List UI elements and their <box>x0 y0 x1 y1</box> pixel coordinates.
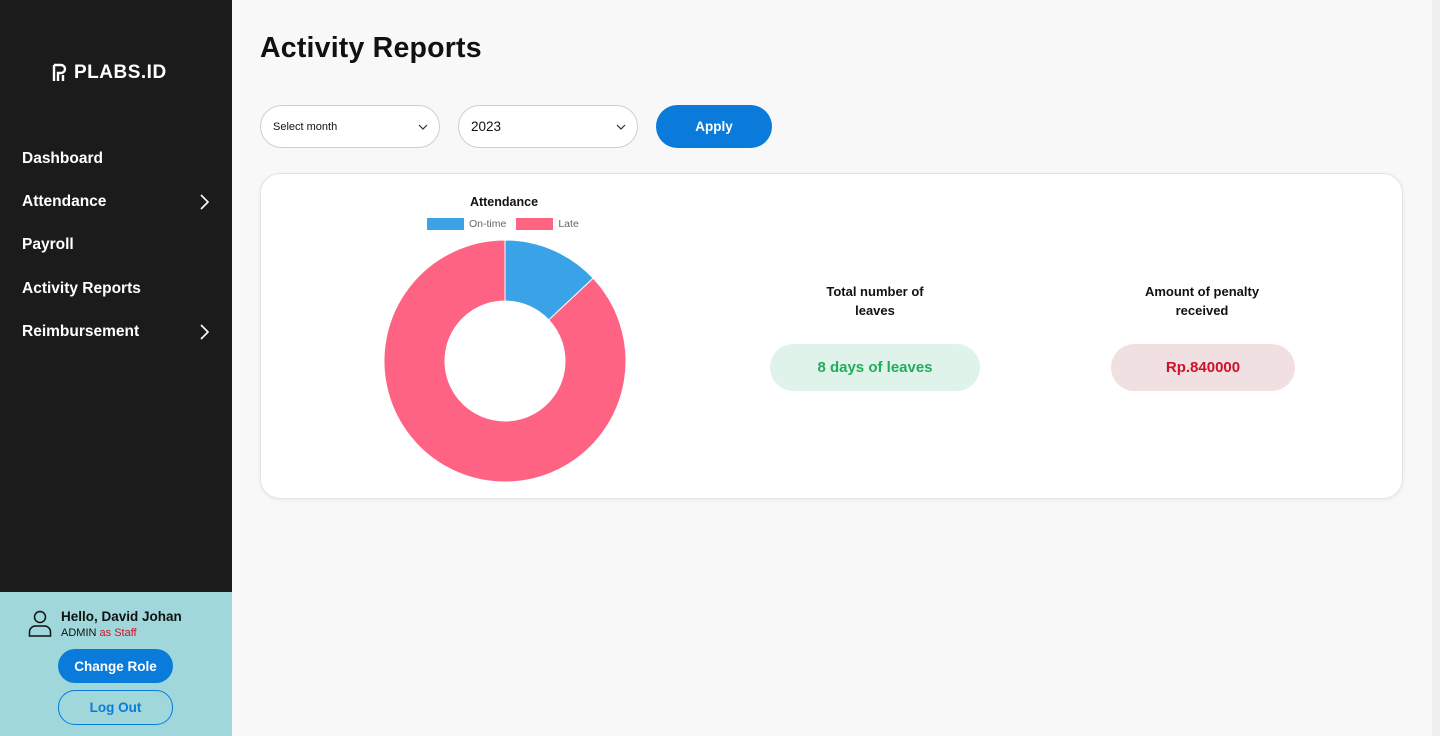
sidebar-item-activity-reports[interactable]: Activity Reports <box>0 267 232 310</box>
sidebar-item-attendance[interactable]: Attendance <box>0 180 232 223</box>
sidebar-item-label: Reimbursement <box>22 322 140 340</box>
chart-legend: On-time Late <box>427 218 583 230</box>
apply-button[interactable]: Apply <box>656 105 772 148</box>
legend-label: On-time <box>469 218 507 230</box>
user-role: ADMIN as Staff <box>61 625 182 641</box>
plabs-logo-icon <box>52 63 67 81</box>
sidebar-item-label: Dashboard <box>22 149 103 167</box>
sidebar-item-payroll[interactable]: Payroll <box>0 224 232 267</box>
chevron-down-icon <box>616 124 626 130</box>
chevron-right-icon <box>200 324 210 340</box>
scrollbar[interactable] <box>1432 0 1440 736</box>
sidebar-item-reimbursement[interactable]: Reimbursement <box>0 310 232 353</box>
sidebar-item-dashboard[interactable]: Dashboard <box>0 137 232 180</box>
chevron-down-icon <box>418 124 428 130</box>
month-select[interactable]: Select month <box>260 105 440 148</box>
month-select-value: Select month <box>273 120 338 133</box>
change-role-button[interactable]: Change Role <box>58 649 173 683</box>
user-icon <box>28 610 52 637</box>
brand-name: PLABS.ID <box>74 62 167 83</box>
user-role-name: ADMIN <box>61 627 97 639</box>
user-role-as: as Staff <box>99 627 137 639</box>
legend-label: Late <box>558 218 579 230</box>
sidebar-item-label: Payroll <box>22 236 74 254</box>
legend-item-ontime[interactable]: On-time <box>427 218 506 230</box>
chart-title: Attendance <box>469 195 539 209</box>
sidebar: PLABS.ID Dashboard Attendance Payroll Ac… <box>0 0 232 736</box>
legend-item-late[interactable]: Late <box>516 218 579 230</box>
legend-swatch <box>427 218 464 230</box>
attendance-donut-chart <box>383 239 627 483</box>
penalty-value-badge: Rp.840000 <box>1111 344 1295 391</box>
chevron-right-icon <box>200 194 210 210</box>
penalty-label: Amount of penalty received <box>1144 284 1260 318</box>
year-select[interactable]: 2023 <box>458 105 638 148</box>
user-info: Hello, David Johan ADMIN as Staff <box>28 609 182 641</box>
sidebar-item-label: Attendance <box>22 192 107 210</box>
legend-swatch <box>516 218 554 230</box>
leaves-value-badge: 8 days of leaves <box>770 344 980 391</box>
page-title: Activity Reports <box>260 32 482 64</box>
year-select-value: 2023 <box>471 119 502 134</box>
leaves-label: Total number of leaves <box>826 284 924 318</box>
sidebar-item-label: Activity Reports <box>22 279 141 297</box>
logout-button[interactable]: Log Out <box>58 690 173 725</box>
user-panel: Hello, David Johan ADMIN as Staff Change… <box>0 592 232 736</box>
user-greeting: Hello, David Johan <box>61 609 182 624</box>
sidebar-nav: Dashboard Attendance Payroll Activity Re… <box>0 137 232 353</box>
brand-logo[interactable]: PLABS.ID <box>52 62 167 84</box>
